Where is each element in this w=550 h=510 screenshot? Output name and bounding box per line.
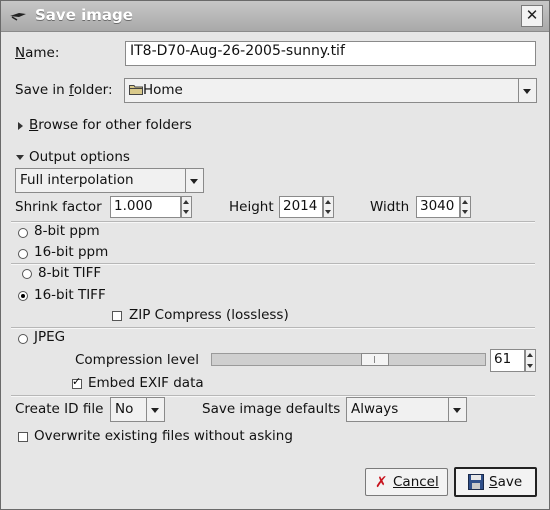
chevron-down-icon[interactable] <box>518 79 536 102</box>
zip-compress-label[interactable]: ZIP Compress (lossless) <box>129 307 289 323</box>
compression-level-label: Compression level <box>75 352 199 368</box>
width-value[interactable]: 3040 <box>416 196 460 218</box>
save-image-dialog: Save image ✕ Name: IT8-D70-Aug-26-2005-s… <box>0 0 550 510</box>
overwrite-label[interactable]: Overwrite existing files without asking <box>34 428 293 444</box>
overwrite-checkbox[interactable] <box>18 432 28 442</box>
save-defaults-combo[interactable]: Always <box>346 397 467 422</box>
create-id-value: No <box>115 401 134 417</box>
compression-level-spinner[interactable]: 61 <box>490 349 536 372</box>
chevron-down-icon[interactable] <box>448 398 466 421</box>
close-button[interactable]: ✕ <box>521 5 543 27</box>
radio-label-jpeg[interactable]: JPEG <box>34 329 65 345</box>
cancel-label: Cancel <box>393 474 439 490</box>
close-icon: ✕ <box>525 6 539 24</box>
height-spinner[interactable]: 2014 <box>279 196 334 218</box>
expander-expanded-icon[interactable] <box>16 155 24 160</box>
browse-expander[interactable]: Browse for other folders <box>29 117 192 133</box>
create-id-combo[interactable]: No <box>110 397 165 422</box>
cancel-icon: ✗ <box>375 473 388 491</box>
width-spinner[interactable]: 3040 <box>416 196 471 218</box>
compression-level-value[interactable]: 61 <box>490 349 525 372</box>
height-value[interactable]: 2014 <box>279 196 323 218</box>
save-defaults-value: Always <box>351 401 399 417</box>
spin-buttons[interactable] <box>525 349 536 372</box>
slider-thumb[interactable] <box>361 353 389 366</box>
shrink-factor-spinner[interactable]: 1.000 <box>110 196 192 218</box>
window-menu-icon[interactable] <box>9 8 27 24</box>
spin-buttons[interactable] <box>460 196 471 218</box>
title-bar[interactable]: Save image ✕ <box>1 1 549 32</box>
chevron-down-icon[interactable] <box>146 398 164 421</box>
radio-16bit-ppm[interactable] <box>18 249 28 259</box>
filename-input[interactable]: IT8-D70-Aug-26-2005-sunny.tif <box>125 41 536 66</box>
radio-label-16bit-tiff[interactable]: 16-bit TIFF <box>34 287 106 303</box>
interpolation-combo[interactable]: Full interpolation <box>15 168 204 193</box>
separator <box>11 327 535 329</box>
radio-8bit-tiff[interactable] <box>22 269 32 279</box>
compression-slider[interactable] <box>211 353 486 366</box>
cancel-button[interactable]: ✗ Cancel <box>365 468 448 496</box>
folder-label: Save in folder: <box>15 82 113 98</box>
radio-jpeg[interactable] <box>18 334 28 344</box>
radio-label-8bit-tiff[interactable]: 8-bit TIFF <box>38 265 101 281</box>
chevron-down-icon[interactable] <box>185 169 203 192</box>
embed-exif-label[interactable]: Embed EXIF data <box>88 375 204 391</box>
name-label: Name: <box>15 45 60 61</box>
output-options-expander[interactable]: Output options <box>29 149 130 165</box>
shrink-factor-value[interactable]: 1.000 <box>110 196 181 218</box>
spin-buttons[interactable] <box>323 196 334 218</box>
height-label: Height <box>229 199 274 215</box>
radio-label-16bit-ppm[interactable]: 16-bit ppm <box>34 244 108 260</box>
floppy-disk-icon <box>468 474 484 490</box>
create-id-label: Create ID file <box>15 401 104 417</box>
embed-exif-checkbox[interactable] <box>72 375 82 389</box>
save-label: Save <box>489 474 523 490</box>
shrink-factor-label: Shrink factor <box>15 199 102 215</box>
spin-buttons[interactable] <box>181 196 192 218</box>
expander-collapsed-icon[interactable] <box>18 122 23 130</box>
width-label: Width <box>370 199 410 215</box>
zip-compress-checkbox[interactable] <box>112 311 122 321</box>
folder-value-text: Home <box>143 82 183 98</box>
window-title: Save image <box>35 6 133 24</box>
folder-icon <box>129 85 143 95</box>
save-button[interactable]: Save <box>454 467 537 497</box>
name-label-text: ame: <box>25 45 60 61</box>
save-defaults-label: Save image defaults <box>202 401 341 417</box>
folder-value: Home <box>129 82 183 98</box>
folder-combo[interactable]: Home <box>124 78 537 103</box>
radio-8bit-ppm[interactable] <box>18 228 28 238</box>
radio-16bit-tiff[interactable] <box>18 291 28 301</box>
radio-label-8bit-ppm[interactable]: 8-bit ppm <box>34 223 100 239</box>
interpolation-value: Full interpolation <box>20 172 134 188</box>
